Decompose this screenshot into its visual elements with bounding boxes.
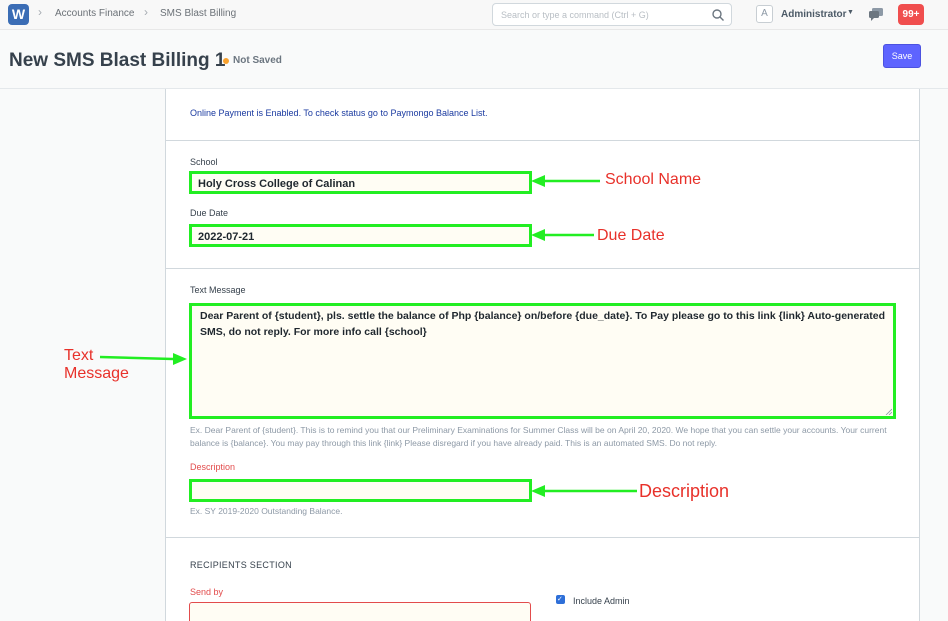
due-date-label: Due Date — [190, 208, 229, 218]
description-label: Description — [190, 462, 236, 472]
online-payment-notice[interactable]: Online Payment is Enabled. To check stat… — [190, 108, 488, 118]
text-message-label: Text Message — [190, 285, 246, 295]
check-icon: ✓ — [557, 596, 563, 603]
chat-icon[interactable] — [868, 7, 884, 21]
section-divider — [166, 537, 919, 538]
send-by-label: Send by — [190, 587, 224, 597]
annotation-description: Description — [639, 481, 730, 501]
school-field[interactable]: Holy Cross College of Calinan — [189, 171, 532, 194]
search-placeholder: Search or type a command (Ctrl + G) — [501, 10, 649, 20]
page-title: New SMS Blast Billing 1 — [9, 50, 226, 71]
description-field[interactable] — [189, 479, 532, 502]
text-message-help: Ex. Dear Parent of {student}. This is to… — [190, 425, 887, 448]
due-date-field[interactable]: 2022-07-21 — [189, 224, 532, 247]
search-input[interactable]: Search or type a command (Ctrl + G) — [492, 3, 732, 26]
arrow-text-message — [99, 355, 174, 361]
form-card: Online Payment is Enabled. To check stat… — [165, 89, 920, 621]
resize-grip-icon[interactable] — [885, 408, 892, 415]
text-message-field[interactable]: Dear Parent of {student}, pls. settle th… — [189, 303, 896, 419]
status-indicator: Not Saved — [233, 55, 282, 66]
save-button[interactable]: Save — [883, 44, 921, 68]
user-menu[interactable]: Administrator — [781, 9, 847, 20]
app-logo[interactable]: W — [8, 4, 29, 25]
annotation-school-name: School Name — [605, 171, 702, 188]
annotation-text-line2: Message — [64, 365, 129, 382]
include-admin-label: Include Admin — [573, 596, 630, 606]
send-by-field[interactable] — [189, 602, 531, 621]
search-icon — [712, 9, 724, 21]
annotation-due-date: Due Date — [597, 227, 665, 244]
status-dot-icon — [223, 58, 229, 64]
chevron-right-icon: › — [38, 5, 42, 19]
annotation-text-line1: Text — [64, 347, 94, 364]
navbar: W › Accounts Finance › SMS Blast Billing… — [0, 0, 948, 30]
recipients-section-heading: RECIPIENTS SECTION — [190, 560, 292, 570]
chevron-right-icon: › — [144, 5, 148, 19]
include-admin-checkbox[interactable]: ✓ — [556, 595, 565, 604]
breadcrumb-accounts-finance[interactable]: Accounts Finance — [55, 8, 135, 19]
notification-badge[interactable]: 99+ — [898, 4, 924, 25]
avatar[interactable]: A — [756, 5, 773, 23]
section-divider — [166, 140, 919, 141]
caret-down-icon[interactable]: ▼ — [847, 9, 854, 16]
school-label: School — [190, 157, 218, 167]
section-divider — [166, 268, 919, 269]
breadcrumb-sms-blast-billing[interactable]: SMS Blast Billing — [160, 8, 236, 19]
description-help: Ex. SY 2019-2020 Outstanding Balance. — [190, 506, 343, 516]
text-message-value: Dear Parent of {student}, pls. settle th… — [200, 310, 885, 338]
